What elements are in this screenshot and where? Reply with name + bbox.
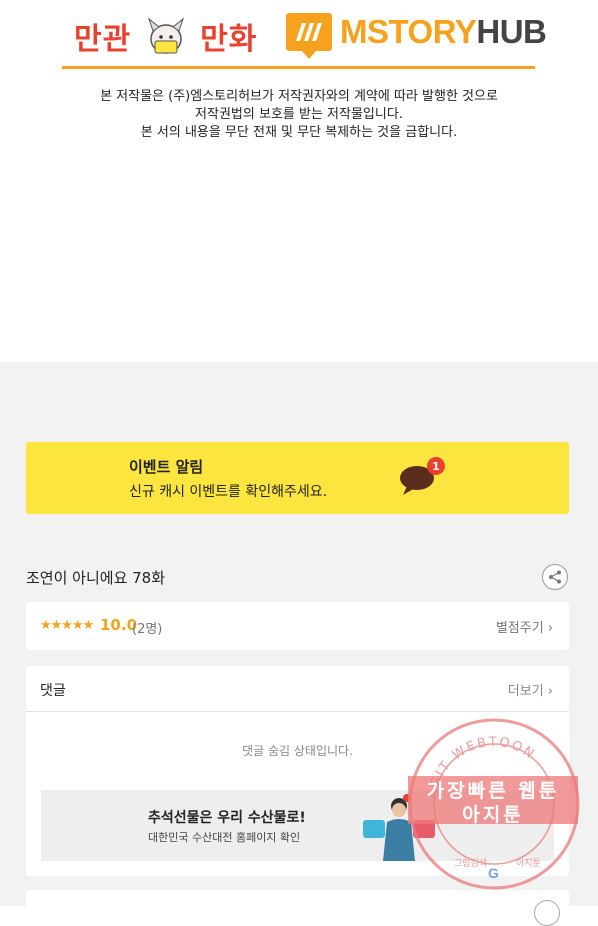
notification-badge: 1 [427, 457, 445, 475]
header-divider [62, 66, 535, 69]
rating-count: (2명) [132, 622, 163, 637]
comments-more-link[interactable]: 더보기 › [508, 680, 553, 699]
rate-button[interactable]: 별점주기 › [496, 617, 553, 636]
event-subtitle: 신규 캐시 이벤트를 확인해주세요. [129, 484, 328, 500]
event-title: 이벤트 알림 [129, 458, 204, 476]
stamp-text-line-2: 아지툰 [462, 804, 524, 826]
logo-mstory-text: MSTORY [340, 13, 477, 50]
google-g-icon: G [488, 865, 499, 881]
copyright-notice: 본 저작물은 (주)엠스토리허브가 저작권자와의 계약에 따라 발행한 것으로 … [0, 88, 598, 142]
star-rating-icon: ★★★★★ [40, 618, 94, 633]
top-area: 만관 만화 MSTORYHUB 본 저작물은 (주)엠스토리허브가 저작권자와의… [0, 0, 598, 362]
mascot-icon [147, 17, 184, 54]
logo-left-text-2: 만화 [200, 22, 258, 57]
share-icon [549, 570, 561, 584]
copyright-line-1: 본 저작물은 (주)엠스토리허브가 저작권자와의 계약에 따라 발행한 것으로 [100, 89, 498, 104]
manganmanhwa-logo: 만관 만화 [74, 14, 257, 61]
stamp-bottom-left: 그림검색 [454, 857, 487, 869]
stamp-text-line-1: 가장빠른 웹툰 [426, 780, 560, 802]
next-card [26, 890, 569, 926]
stamp-bottom-right: 아지툰 [516, 858, 541, 869]
next-card-icon[interactable] [534, 900, 560, 926]
comments-divider [26, 711, 569, 712]
logo-hub-text: HUB [476, 13, 547, 50]
rating-card: ★★★★★ 10.0 (2명) 별점주기 › [26, 602, 569, 650]
episode-title: 조연이 아니에요 78화 [26, 569, 166, 587]
share-button[interactable] [542, 564, 568, 590]
event-banner[interactable]: 이벤트 알림 신규 캐시 이벤트를 확인해주세요. 1 [26, 442, 569, 514]
copyright-line-3: 본 서의 내용을 무단 전재 및 무단 복제하는 것을 금합니다. [140, 125, 458, 140]
comments-heading: 댓글 [40, 683, 66, 699]
ad-title: 추석선물은 우리 수산물로! [148, 810, 306, 826]
mstoryhub-badge-icon [286, 13, 332, 59]
ad-subtitle: 대한민국 수산대전 홈페이지 확인 [148, 831, 301, 844]
copyright-line-2: 저작권법의 보호를 받는 저작물입니다. [195, 107, 403, 122]
mstoryhub-logo: MSTORYHUB [286, 10, 547, 59]
logo-left-text-1: 만관 [74, 22, 132, 57]
